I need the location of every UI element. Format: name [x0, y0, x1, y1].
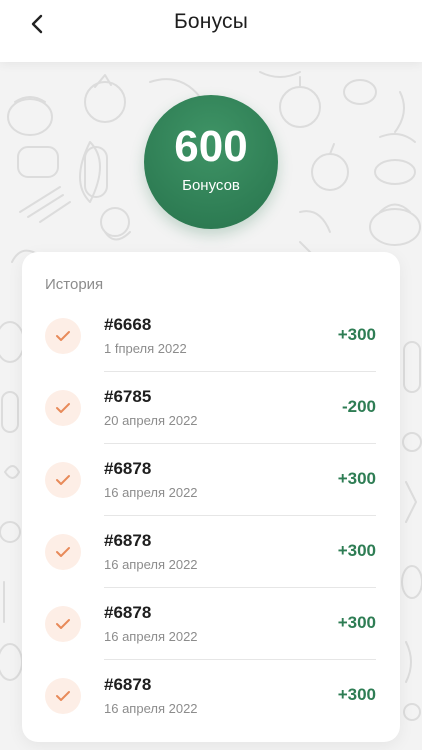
history-row[interactable]: #6785 20 апреля 2022 -200: [22, 372, 400, 444]
order-date: 16 апреля 2022: [104, 629, 198, 644]
order-date: 1 fпреля 2022: [104, 341, 187, 356]
order-number: #6878: [104, 603, 152, 622]
order-number: #6785: [104, 387, 152, 406]
bonus-value: 600: [174, 122, 248, 171]
history-row[interactable]: #6878 16 апреля 2022 +300: [22, 588, 400, 660]
check-icon: [56, 475, 70, 485]
order-date: 16 апреля 2022: [104, 701, 198, 716]
bonus-amount: +300: [337, 469, 376, 488]
check-icon: [56, 691, 70, 701]
page-title: Бонусы: [173, 10, 249, 33]
order-date: 20 апреля 2022: [104, 413, 198, 428]
order-number: #6878: [104, 675, 152, 694]
status-check-badge: [45, 390, 81, 426]
status-check-badge: [45, 318, 81, 354]
status-check-badge: [45, 606, 81, 642]
bonus-label: Бонусов: [182, 177, 240, 194]
check-icon: [56, 403, 70, 413]
status-check-badge: [45, 678, 81, 714]
check-icon: [56, 547, 70, 557]
history-row[interactable]: #6878 16 апреля 2022 +300: [22, 444, 400, 516]
order-number: #6878: [104, 531, 152, 550]
history-card: История #6668 1 fпреля 2022 +300 #6785 2…: [22, 252, 400, 742]
history-row[interactable]: #6878 16 апреля 2022 +300: [22, 660, 400, 732]
app-header: Бонусы: [0, 0, 422, 62]
order-number: #6878: [104, 459, 152, 478]
status-check-badge: [45, 462, 81, 498]
history-row[interactable]: #6668 1 fпреля 2022 +300: [22, 300, 400, 372]
bonus-amount: +300: [337, 685, 376, 704]
bonus-amount: +300: [337, 613, 376, 632]
bonus-amount: +300: [337, 325, 376, 344]
history-row[interactable]: #6878 16 апреля 2022 +300: [22, 516, 400, 588]
history-title: История: [45, 276, 104, 293]
bonus-amount: -200: [341, 397, 376, 416]
order-date: 16 апреля 2022: [104, 557, 198, 572]
order-date: 16 апреля 2022: [104, 485, 198, 500]
order-number: #6668: [104, 315, 152, 334]
bonus-amount: +300: [337, 541, 376, 560]
status-check-badge: [45, 534, 81, 570]
check-icon: [56, 619, 70, 629]
check-icon: [56, 331, 70, 341]
bonus-balance-badge: 600 Бонусов: [144, 95, 278, 229]
